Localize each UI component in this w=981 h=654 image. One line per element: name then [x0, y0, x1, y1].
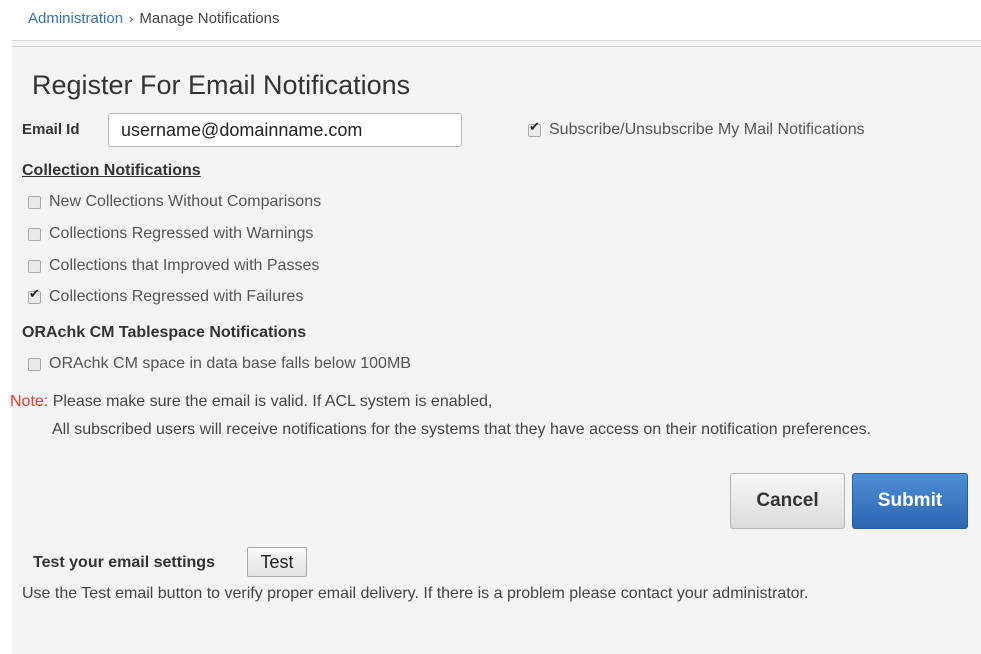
subscribe-label: Subscribe/Unsubscribe My Mail Notificati…: [549, 121, 865, 138]
breadcrumb-bar: Administration › Manage Notifications: [12, 0, 981, 41]
collection-option-row: Collections Regressed with Warnings: [28, 225, 313, 243]
collection-option-row: New Collections Without Comparisons: [28, 193, 321, 211]
regressed-failures-checkbox[interactable]: [28, 287, 41, 304]
submit-button[interactable]: Submit: [852, 473, 968, 529]
cancel-button[interactable]: Cancel: [730, 473, 845, 529]
new-collections-label: New Collections Without Comparisons: [49, 193, 322, 210]
subscribe-row: Subscribe/Unsubscribe My Mail Notificati…: [528, 120, 865, 139]
note-text-1: Please make sure the email is valid. If …: [48, 393, 493, 410]
collection-option-row: Collections that Improved with Passes: [28, 257, 319, 275]
test-email-button[interactable]: Test: [247, 547, 307, 577]
note-line-2: All subscribed users will receive notifi…: [52, 421, 872, 438]
improved-passes-label: Collections that Improved with Passes: [49, 257, 320, 274]
test-email-label: Test your email settings: [33, 554, 215, 571]
email-input[interactable]: [108, 113, 462, 147]
email-label: Email Id: [22, 121, 80, 138]
header-divider: [12, 46, 981, 47]
tablespace-notifications-heading: ORAchk CM Tablespace Notifications: [22, 324, 307, 341]
subscribe-checkbox[interactable]: [528, 120, 541, 137]
regressed-warnings-checkbox[interactable]: [28, 227, 41, 241]
collection-notifications-heading: Collection Notifications: [22, 162, 201, 179]
breadcrumb-current: Manage Notifications: [139, 10, 280, 27]
note-line-1: Note: Please make sure the email is vali…: [10, 393, 492, 411]
test-email-help-text: Use the Test email button to verify prop…: [22, 585, 809, 602]
tablespace-option-row: ORAchk CM space in data base falls below…: [28, 355, 411, 373]
tablespace-space-label: ORAchk CM space in data base falls below…: [49, 355, 411, 372]
breadcrumb-administration-link[interactable]: Administration: [28, 10, 123, 27]
collection-option-row: Collections Regressed with Failures: [28, 287, 304, 306]
regressed-warnings-label: Collections Regressed with Warnings: [49, 225, 314, 242]
new-collections-checkbox[interactable]: [28, 195, 41, 209]
note-label: Note:: [10, 393, 49, 410]
regressed-failures-label: Collections Regressed with Failures: [49, 288, 304, 305]
breadcrumb: Administration › Manage Notifications: [28, 10, 279, 27]
tablespace-space-checkbox[interactable]: [28, 357, 41, 371]
page-title: Register For Email Notifications: [32, 70, 411, 100]
improved-passes-checkbox[interactable]: [28, 259, 41, 273]
breadcrumb-separator-icon: ›: [129, 11, 134, 26]
